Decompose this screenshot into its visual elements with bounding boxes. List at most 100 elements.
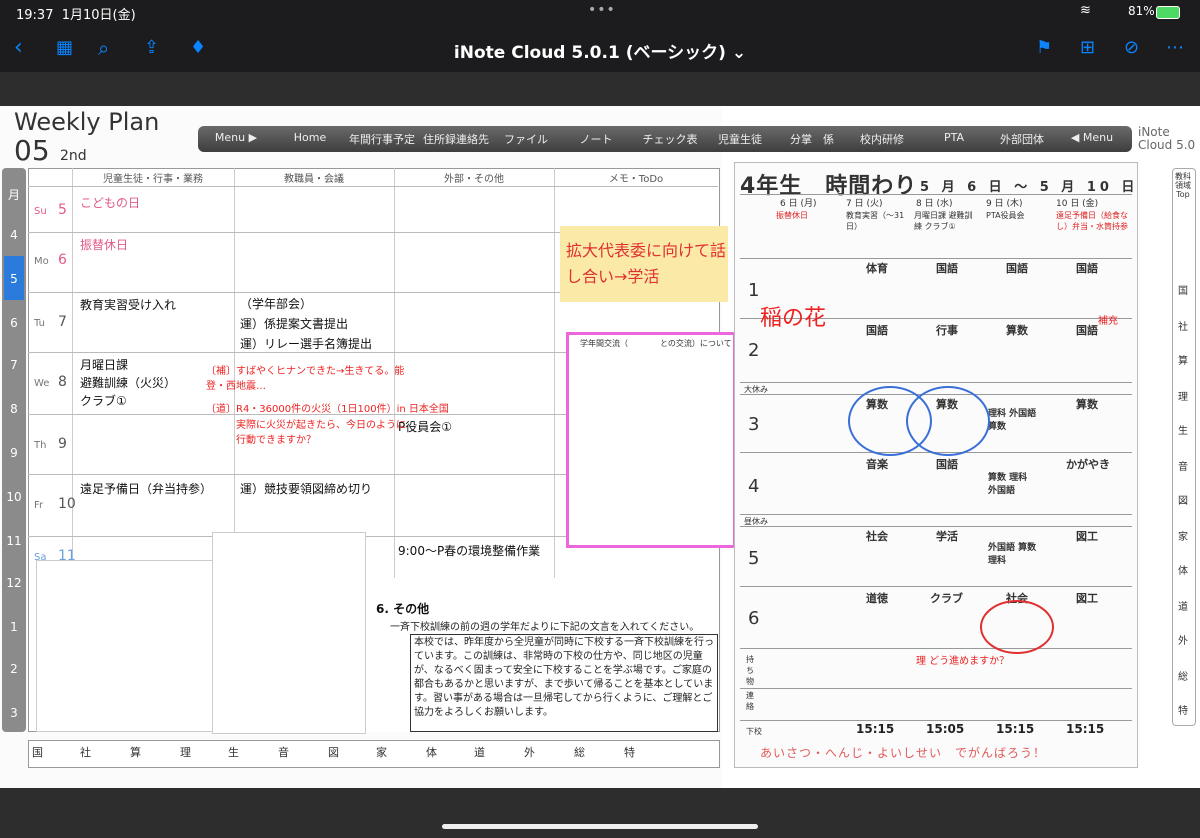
index-item[interactable]: 総: [1174, 668, 1192, 683]
month-tab-2[interactable]: 2: [2, 662, 26, 676]
timetable-footer: あいさつ・へんじ・よいしせい でがんばろう！: [760, 746, 1047, 760]
event-text[interactable]: 遠足予備日（弁当持参）: [80, 480, 212, 497]
subject-item[interactable]: 特: [624, 744, 635, 760]
subject-item[interactable]: 家: [376, 744, 387, 760]
month-tab-8[interactable]: 8: [2, 402, 26, 416]
index-item[interactable]: 特: [1174, 702, 1192, 717]
subject-item[interactable]: 体: [426, 744, 437, 760]
menu-item-file[interactable]: ファイル: [496, 131, 556, 147]
pink-highlighted-document[interactable]: [566, 332, 736, 548]
index-item[interactable]: 道: [1174, 598, 1192, 613]
index-item[interactable]: 国: [1174, 282, 1192, 297]
multitasking-dots-icon[interactable]: •••: [588, 2, 616, 18]
tt-subject: 国語: [936, 458, 958, 471]
divider: [28, 186, 718, 187]
menu-item-duties[interactable]: 分掌 係: [780, 131, 844, 147]
index-item[interactable]: 社: [1174, 318, 1192, 333]
subject-item[interactable]: 理: [180, 744, 191, 760]
dismiss-time: 15:05: [926, 722, 965, 736]
dismiss-time: 15:15: [996, 722, 1035, 736]
add-page-icon[interactable]: ⊞: [1080, 36, 1095, 60]
subject-item[interactable]: 生: [228, 744, 239, 760]
subject-item[interactable]: 国: [32, 744, 43, 760]
menu-item-annual[interactable]: 年間行事予定: [344, 131, 420, 147]
tt-plan: 遠足予備日（給食なし）弁当・水筒持参: [1056, 211, 1128, 231]
index-item[interactable]: 体: [1174, 562, 1192, 577]
event-text[interactable]: 振替休日: [80, 236, 128, 253]
subject-item[interactable]: 社: [80, 744, 91, 760]
other-text[interactable]: P役員会①: [398, 418, 452, 435]
tt-subject: 理科 外国語 算数: [988, 409, 1037, 432]
other-text[interactable]: 9:00〜P春の環境整備作業: [398, 542, 540, 559]
month-tab-7[interactable]: 7: [2, 358, 26, 372]
menu-item-check[interactable]: チェック表: [638, 131, 702, 147]
menu-item-close[interactable]: ◀ Menu: [1060, 131, 1124, 144]
index-item[interactable]: 生: [1174, 422, 1192, 437]
tt-plan: 教育実習（〜31日）: [846, 211, 905, 231]
tt-subject: 算数: [1076, 398, 1098, 411]
period-number: 1: [748, 280, 760, 301]
column-header: 外部・その他: [444, 174, 504, 185]
more-icon[interactable]: ⋯: [1166, 36, 1184, 60]
handwritten-note: 〔道〕R4・36000件の火災（1日100件）in 日本全国: [206, 404, 449, 415]
menu-item-training[interactable]: 校内研修: [850, 131, 914, 147]
divider: [740, 382, 1132, 383]
home-indicator[interactable]: [442, 824, 758, 829]
wifi-icon: ≋: [1080, 3, 1091, 18]
month-tab-5[interactable]: 5: [2, 272, 26, 286]
index-item[interactable]: 家: [1174, 528, 1192, 543]
app-title[interactable]: iNote Cloud 5.0.1 (ベーシック) ⌄: [0, 38, 1200, 63]
subject-item[interactable]: 道: [474, 744, 485, 760]
event-text[interactable]: 月曜日課 避難訓練（火災） クラブ①: [80, 356, 176, 410]
menu-item-address[interactable]: 住所録連絡先: [418, 131, 494, 147]
divider: [740, 526, 1132, 527]
subject-item[interactable]: 外: [524, 744, 535, 760]
tt-subject: 外国語 算数 理科: [988, 543, 1037, 566]
menu-item-home[interactable]: Home: [280, 131, 340, 144]
month-tab-12[interactable]: 12: [2, 576, 26, 590]
month-tab-3[interactable]: 3: [2, 706, 26, 720]
tt-day: 9 日 (木): [986, 199, 1023, 209]
index-item[interactable]: 音: [1174, 458, 1192, 473]
dismiss-time: 15:15: [856, 722, 895, 736]
bookmark-icon[interactable]: ⚑: [1036, 36, 1052, 60]
subject-item[interactable]: 図: [328, 744, 339, 760]
period-number: 6: [748, 608, 760, 629]
menu-item-pta[interactable]: PTA: [922, 131, 986, 144]
month-tab-4[interactable]: 4: [2, 228, 26, 242]
subject-item[interactable]: 算: [130, 744, 141, 760]
menu-item-external[interactable]: 外部団体: [990, 131, 1054, 147]
index-item[interactable]: 図: [1174, 492, 1192, 507]
subject-item[interactable]: 音: [278, 744, 289, 760]
staff-text[interactable]: （学年部会） 運）係提案文書提出 運）リレー選手名簿提出: [240, 294, 372, 354]
menu-item-note[interactable]: ノート: [566, 131, 626, 147]
tt-day: 7 日 (火): [846, 199, 883, 209]
month-tab-9[interactable]: 9: [2, 446, 26, 460]
staff-text[interactable]: 運）競技要領図締め切り: [240, 480, 372, 497]
annotation-circle: [980, 600, 1054, 654]
time-text: 19:37: [16, 8, 54, 23]
month-tab-10[interactable]: 10: [2, 490, 26, 504]
pen-icon[interactable]: ⊘: [1124, 36, 1139, 60]
week-number: 05: [14, 134, 50, 167]
event-text[interactable]: 教育実習受け入れ: [80, 296, 176, 313]
event-text[interactable]: こどもの日: [80, 194, 140, 211]
subject-item[interactable]: 総: [574, 744, 585, 760]
menu-item-students[interactable]: 児童生徒: [710, 131, 770, 147]
month-tab-11[interactable]: 11: [2, 534, 26, 548]
handwritten-note: 〔補〕すばやくヒナンできた→生きてる。能登・西地震…: [206, 366, 405, 392]
attached-diagram-document[interactable]: [212, 532, 366, 734]
day-name: Mo: [34, 256, 49, 267]
attached-schedule-document[interactable]: [36, 560, 218, 732]
pink-doc-title: 学年間交流（ との交流）について: [580, 339, 732, 348]
index-item[interactable]: 算: [1174, 352, 1192, 367]
month-tab-1[interactable]: 1: [2, 620, 26, 634]
index-top[interactable]: 教科領域Top: [1174, 172, 1192, 199]
divider: [740, 258, 1132, 259]
month-tab-6[interactable]: 6: [2, 316, 26, 330]
index-item[interactable]: 外: [1174, 632, 1192, 647]
menu-item-open[interactable]: Menu ▶: [206, 131, 266, 144]
index-item[interactable]: 理: [1174, 388, 1192, 403]
day-number: 6: [58, 252, 67, 268]
day-name: Fr: [34, 500, 44, 511]
